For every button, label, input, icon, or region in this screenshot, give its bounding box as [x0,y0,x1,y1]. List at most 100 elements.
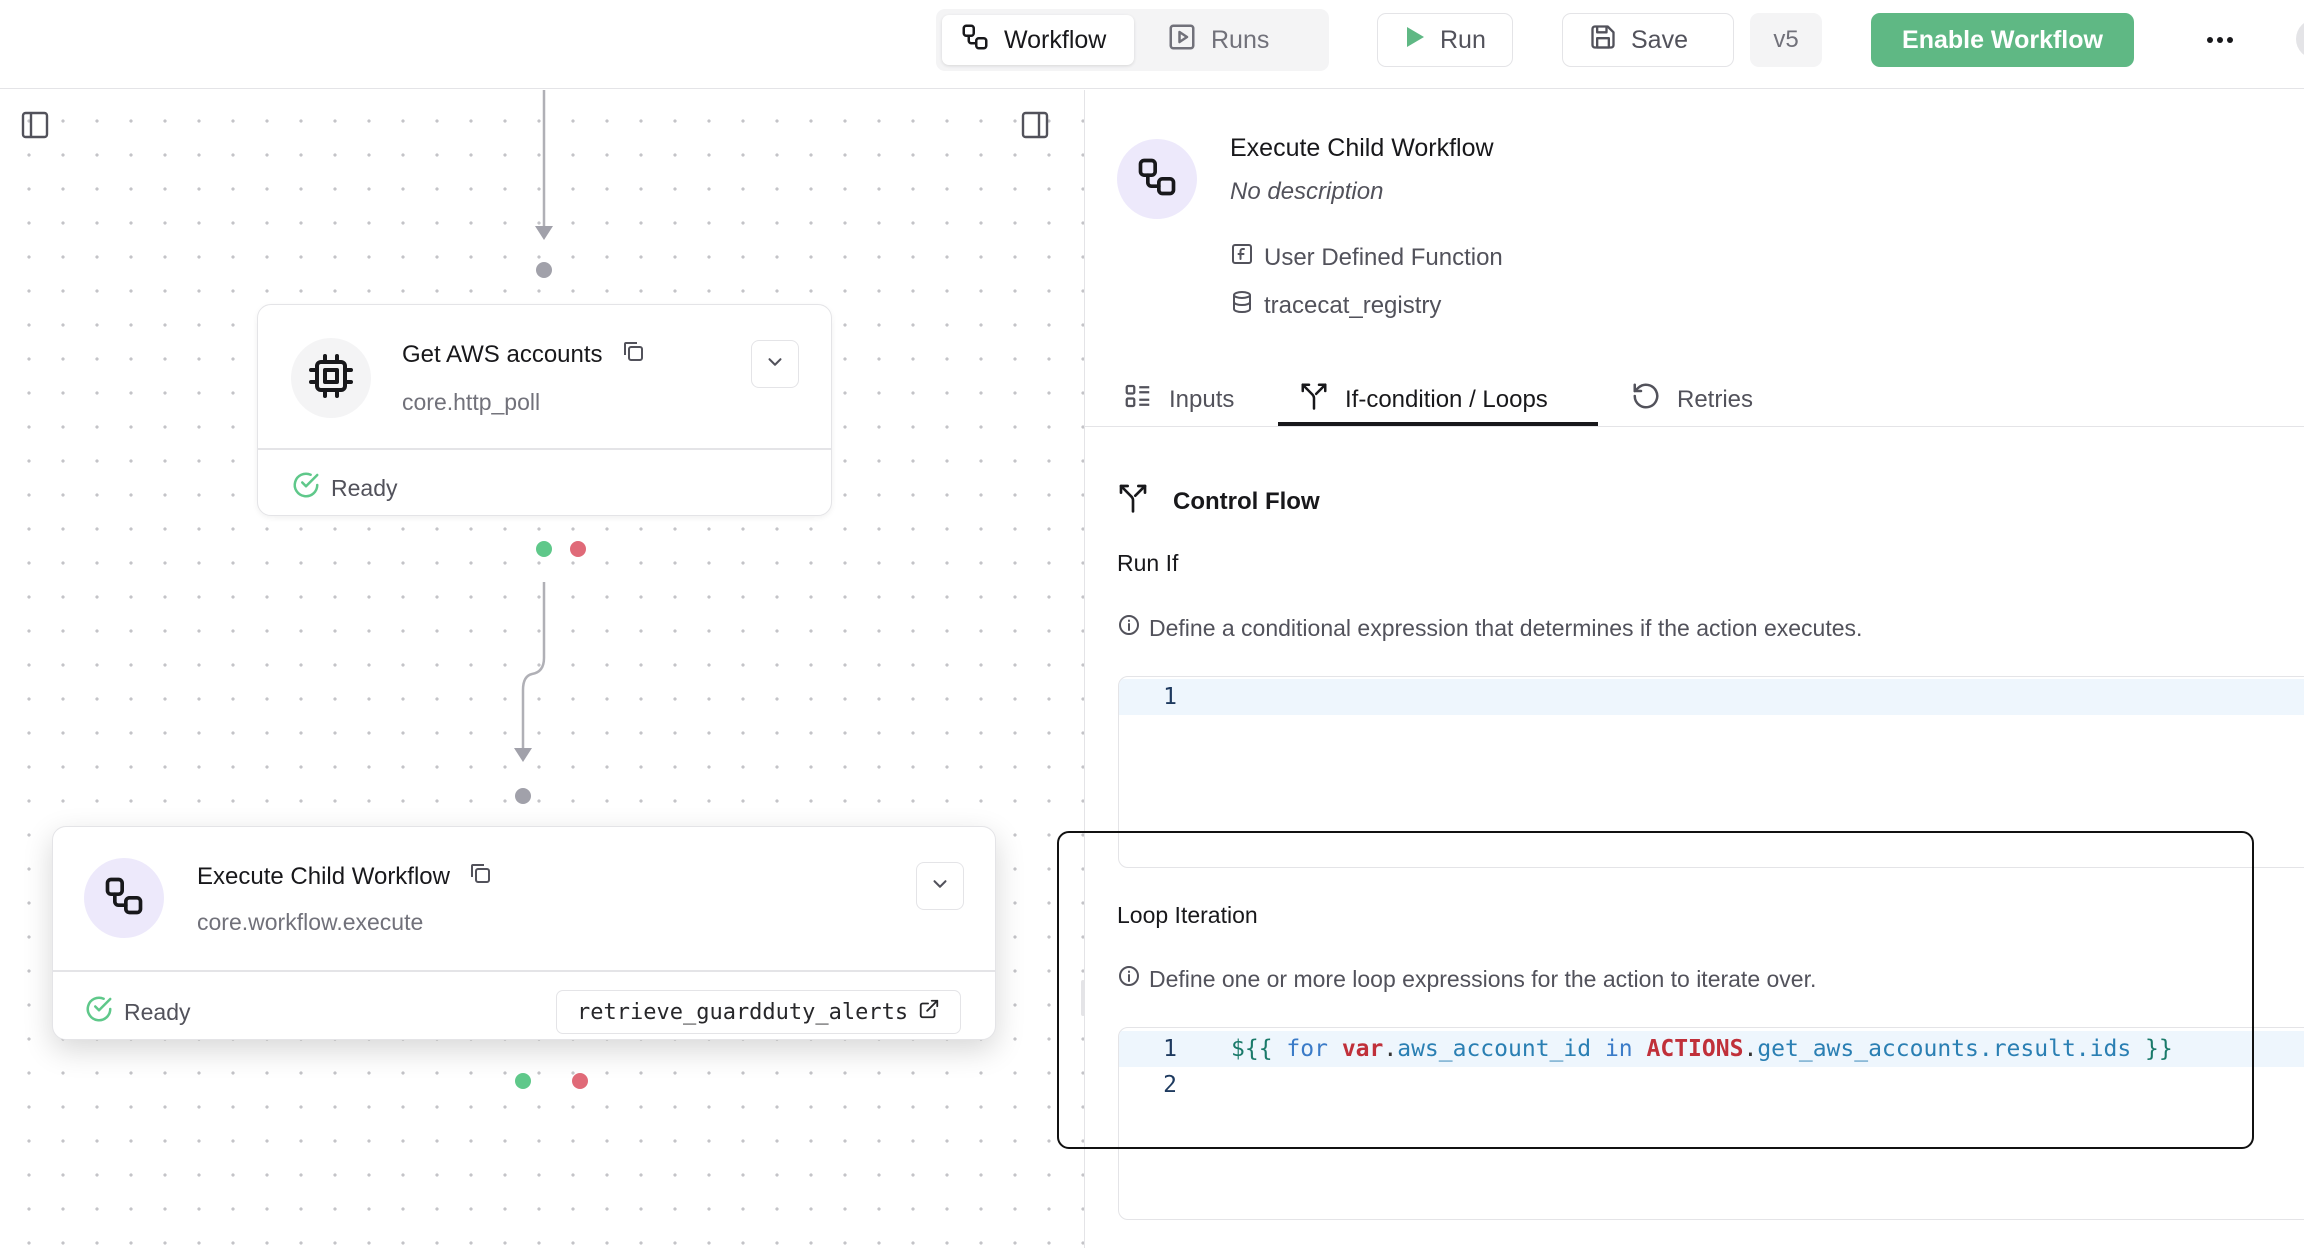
line-number: 1 [1163,684,1177,710]
expand-button[interactable] [916,862,964,910]
loop-iteration-help-text: Define one or more loop expressions for … [1149,965,1817,992]
action-icon-circle [1117,139,1197,219]
node-divider [53,970,995,972]
tab-runs[interactable]: Runs [1149,15,1309,65]
editor-line: 1 ${{ for var.aws_account_id in ACTIONS.… [1119,1031,2304,1067]
node-execute-child-workflow[interactable]: Execute Child Workflow core.workflow.exe… [52,826,996,1040]
node2-error-handle[interactable] [572,1073,588,1089]
check-circle-icon [291,470,321,506]
check-circle-icon [84,994,114,1030]
line-number: 1 [1163,1036,1177,1062]
loop-iteration-label: Loop Iteration [1117,902,1258,928]
section-control-flow: Control Flow [1117,482,1320,521]
split-icon [1117,482,1149,521]
section-title: Control Flow [1173,487,1320,515]
action-panel: Execute Child Workflow No description Us… [1084,90,2304,1248]
node-icon-circle [84,858,164,938]
status-badge: Ready [291,470,397,506]
status-badge: Ready [84,994,190,1030]
node1-error-handle[interactable] [570,541,586,557]
tab-if-condition-loops-label: If-condition / Loops [1345,385,1548,413]
database-icon [1230,290,1254,321]
expand-button[interactable] [751,340,799,388]
more-horizontal-icon [2206,31,2234,49]
list-icon [1123,381,1153,418]
play-icon [1404,25,1426,56]
enable-workflow-button[interactable]: Enable Workflow [1871,13,2134,67]
tab-inputs[interactable]: Inputs [1123,372,1234,427]
node1-input-handle[interactable] [536,262,552,278]
action-title: Execute Child Workflow [1230,134,1494,162]
chevron-down-icon [764,351,786,378]
top-bar: Workflow Runs Run Save v5 Enable Workflo… [0,0,2304,89]
copy-icon[interactable] [621,339,645,370]
run-button[interactable]: Run [1377,13,1513,67]
panel-left-icon [19,111,51,145]
node-subtitle: core.http_poll [402,389,541,415]
edge-top [535,90,553,240]
run-if-help: Define a conditional expression that det… [1117,613,1862,643]
node-get-aws-accounts[interactable]: Get AWS accounts core.http_poll Ready [257,304,832,516]
copy-icon[interactable] [468,861,492,892]
run-label: Run [1440,25,1486,54]
info-icon [1117,613,1141,643]
external-link-icon [918,998,940,1026]
code-for: for [1286,1036,1328,1062]
toggle-right-panel-button[interactable] [1019,109,1053,143]
info-icon [1117,964,1141,994]
node2-success-handle[interactable] [515,1073,531,1089]
panel-right-icon [1019,111,1051,145]
save-label: Save [1631,25,1688,54]
code-var: var [1341,1036,1384,1062]
action-registry: tracecat_registry [1230,290,1441,321]
child-workflow-link[interactable]: retrieve_guardduty_alerts [556,990,962,1034]
action-type: User Defined Function [1230,242,1503,273]
cpu-icon [307,352,355,405]
rotate-ccw-icon [1631,381,1661,418]
run-if-label: Run If [1117,550,1179,576]
tab-workflow-label: Workflow [1004,25,1107,54]
split-icon [1299,381,1329,418]
tab-if-condition-loops[interactable]: If-condition / Loops [1299,372,1548,427]
save-icon [1589,23,1617,58]
save-button[interactable]: Save [1562,13,1734,67]
play-square-icon [1167,22,1197,59]
code-var-attr: aws_account_id [1397,1036,1592,1062]
run-if-help-text: Define a conditional expression that det… [1149,614,1863,641]
code-in: in [1604,1036,1633,1062]
more-options-button[interactable] [2200,20,2240,60]
action-description: No description [1230,178,1384,205]
code-close: }} [2145,1036,2173,1062]
status-text: Ready [331,474,398,501]
code-actions-attr: get_aws_accounts.result.ids [1757,1036,2132,1062]
action-type-label: User Defined Function [1264,243,1503,271]
view-switcher: Workflow Runs [936,9,1329,71]
code-open: ${{ [1231,1036,1273,1062]
node-title-text: Execute Child Workflow [197,862,450,890]
panel-resize-handle[interactable] [1081,980,1085,1016]
node-title-text: Get AWS accounts [402,340,603,368]
node-title: Execute Child Workflow [197,861,492,892]
chevron-down-icon [929,873,951,900]
tab-retries[interactable]: Retries [1631,372,1753,427]
toggle-left-panel-button[interactable] [19,109,53,143]
edge-between-nodes [514,582,546,762]
tab-runs-label: Runs [1211,25,1270,54]
editor-line: 2 [1119,1067,2304,1103]
tab-inputs-label: Inputs [1169,385,1235,413]
tab-workflow[interactable]: Workflow [942,15,1134,65]
workflow-canvas[interactable]: Get AWS accounts core.http_poll Ready Ex… [0,90,1084,1248]
node1-success-handle[interactable] [536,541,552,557]
node2-input-handle[interactable] [515,788,531,804]
workflow-icon [960,22,990,59]
code-actions: ACTIONS [1646,1036,1744,1062]
loop-iteration-editor[interactable]: 1 ${{ for var.aws_account_id in ACTIONS.… [1118,1027,2304,1220]
workflow-icon [102,874,146,923]
node-icon-circle [291,338,371,418]
run-if-editor[interactable]: 1 [1118,676,2304,868]
workflow-icon [1135,155,1179,204]
action-registry-label: tracecat_registry [1264,291,1442,319]
version-badge: v5 [1750,13,1822,67]
avatar[interactable] [2296,19,2304,59]
node-subtitle: core.workflow.execute [197,909,424,935]
